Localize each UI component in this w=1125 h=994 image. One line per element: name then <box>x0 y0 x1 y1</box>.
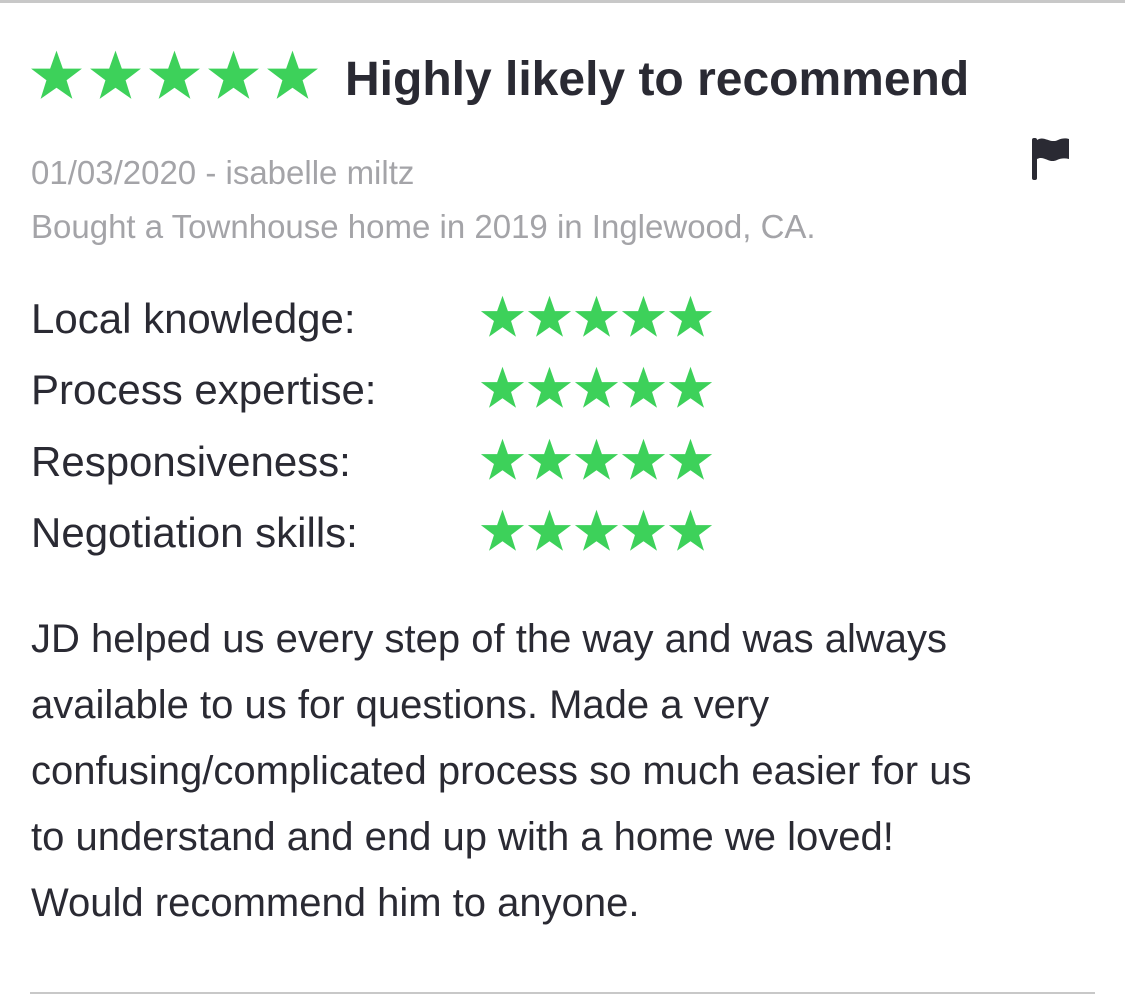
star-icon <box>527 365 572 410</box>
rating-stars <box>480 508 715 553</box>
rating-row-process-expertise: Process expertise: <box>31 365 731 415</box>
rating-label: Negotiation skills: <box>31 509 358 556</box>
rating-label: Local knowledge: <box>31 295 356 342</box>
rating-stars <box>480 437 715 482</box>
top-divider <box>0 0 1125 3</box>
review-body-line: available to us for questions. Made a ve… <box>31 683 770 727</box>
star-icon <box>207 49 260 101</box>
review-body-line: to understand and end up with a home we … <box>31 815 894 859</box>
star-icon <box>668 508 713 553</box>
rating-row-negotiation-skills: Negotiation skills: <box>31 508 731 558</box>
star-icon <box>89 49 142 101</box>
star-icon <box>30 49 83 101</box>
star-icon <box>527 508 572 553</box>
overall-rating-stars <box>30 49 319 101</box>
star-icon <box>668 294 713 339</box>
star-icon <box>668 437 713 482</box>
review-body-line: JD helped us every step of the way and w… <box>31 617 948 661</box>
rating-row-local-knowledge: Local knowledge: <box>31 294 731 344</box>
star-icon <box>480 508 525 553</box>
star-icon <box>621 365 666 410</box>
star-icon <box>621 294 666 339</box>
review-headline: Highly likely to recommend <box>345 53 970 106</box>
star-icon <box>574 294 619 339</box>
star-icon <box>668 365 713 410</box>
star-icon <box>574 365 619 410</box>
review-body: JD helped us every step of the way and w… <box>31 606 1101 936</box>
review-transaction-info: Bought a Townhouse home in 2019 in Ingle… <box>31 208 816 245</box>
star-icon <box>621 508 666 553</box>
star-icon <box>480 294 525 339</box>
star-icon <box>480 437 525 482</box>
rating-label: Responsiveness: <box>31 438 351 485</box>
star-icon <box>480 365 525 410</box>
flag-review-button[interactable] <box>1026 132 1074 184</box>
star-icon <box>621 437 666 482</box>
review-body-line: confusing/complicated process so much ea… <box>31 749 972 793</box>
star-icon <box>148 49 201 101</box>
star-icon <box>574 508 619 553</box>
star-icon <box>527 437 572 482</box>
rating-row-responsiveness: Responsiveness: <box>31 437 731 487</box>
rating-label: Process expertise: <box>31 366 377 413</box>
star-icon <box>527 294 572 339</box>
flag-icon <box>1032 138 1069 180</box>
star-icon <box>266 49 319 101</box>
rating-stars <box>480 365 715 410</box>
review-date-author: 01/03/2020 - isabelle miltz <box>31 154 415 191</box>
rating-stars <box>480 294 715 339</box>
star-icon <box>574 437 619 482</box>
review-body-line: Would recommend him to anyone. <box>31 881 640 925</box>
